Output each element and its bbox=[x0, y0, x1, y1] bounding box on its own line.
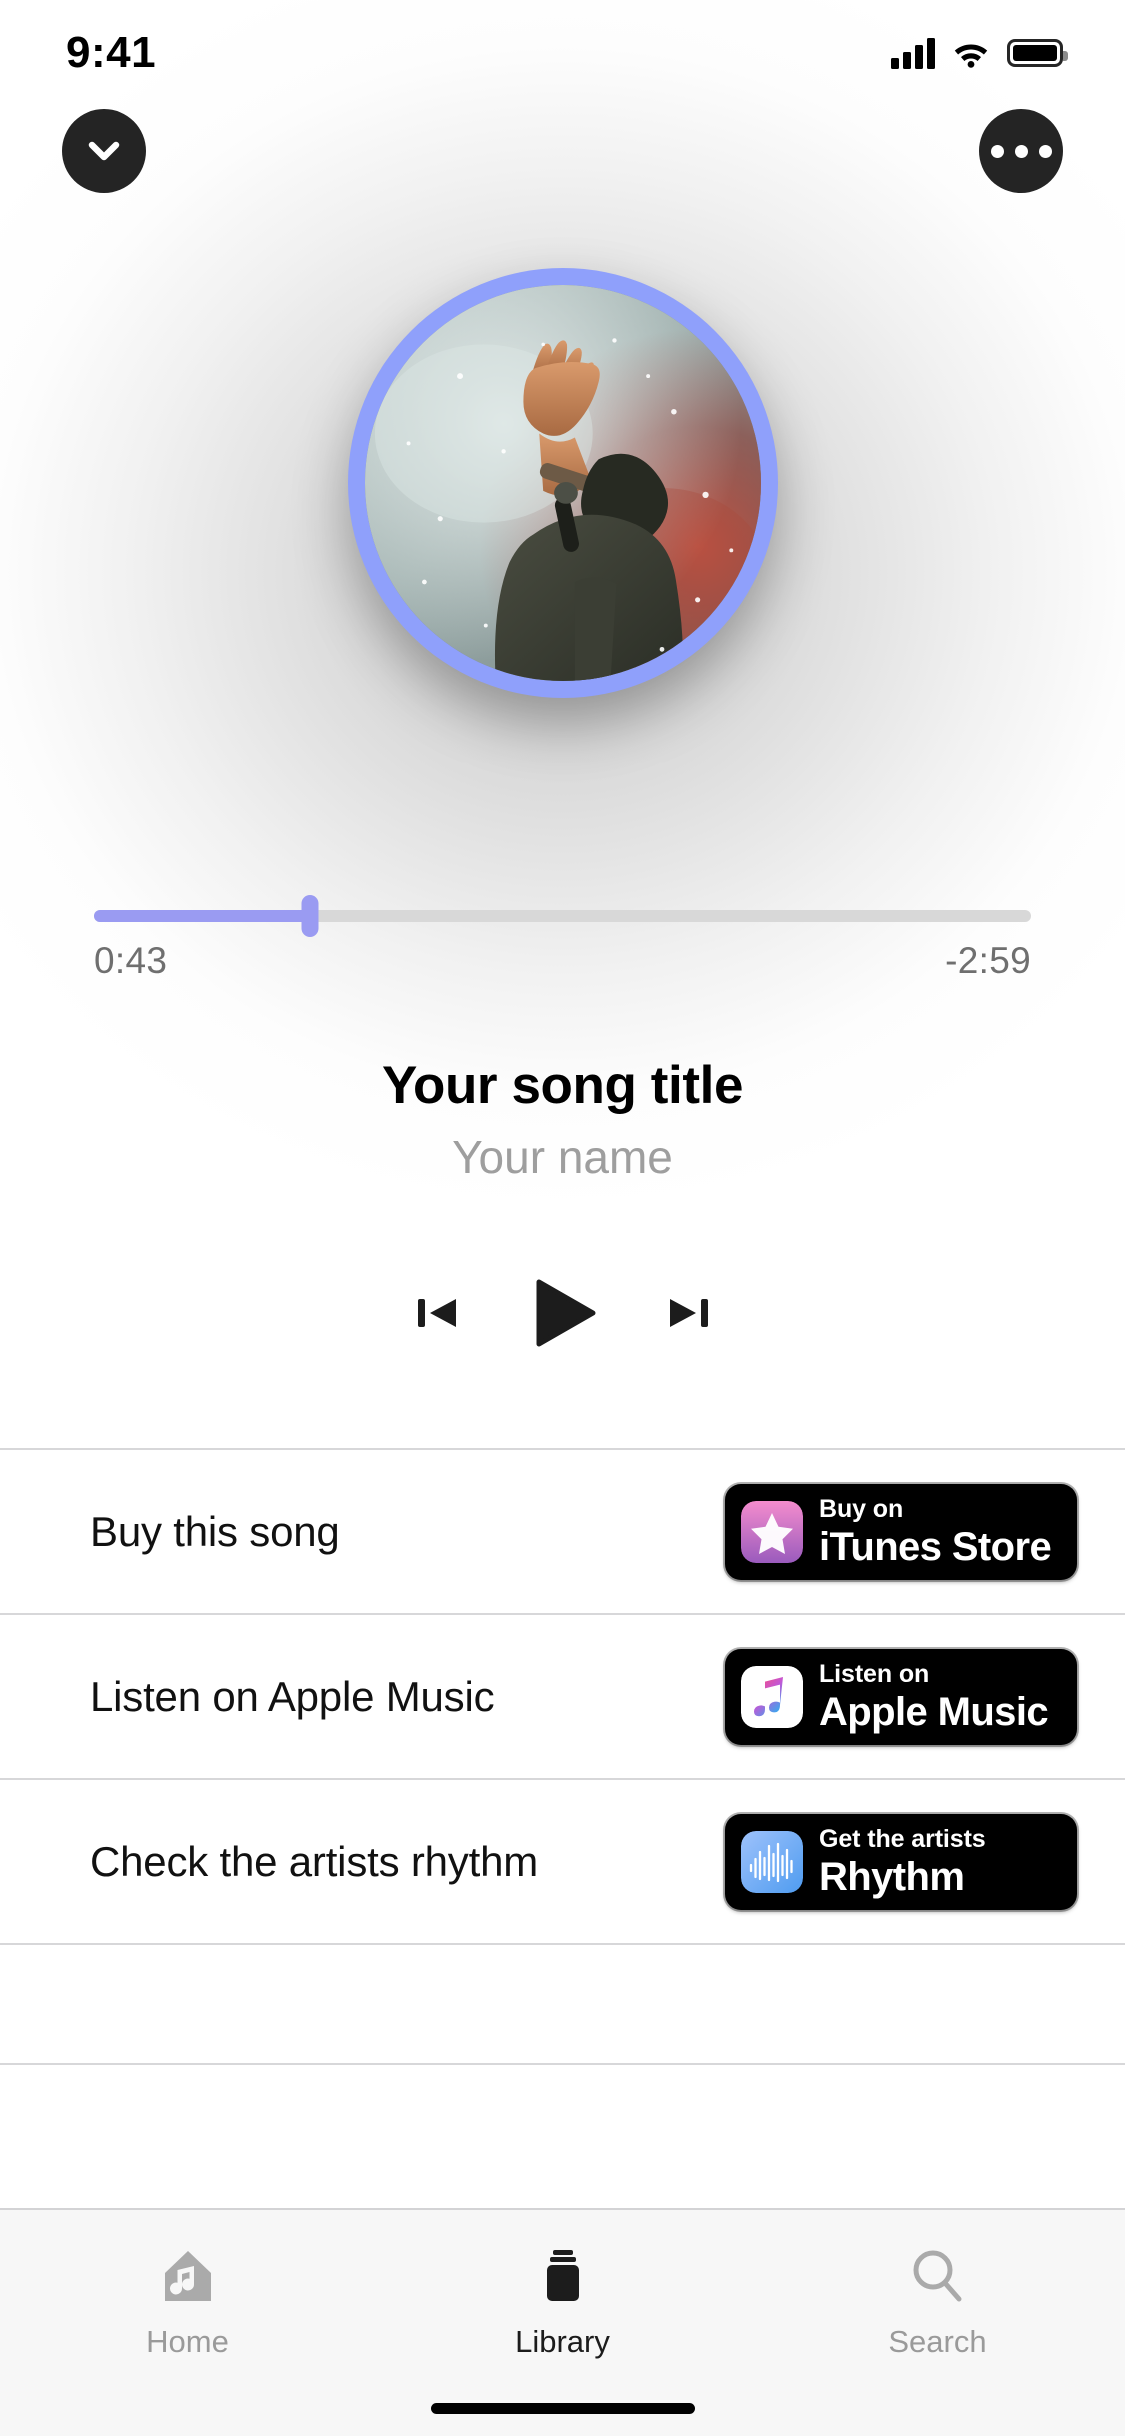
itunes-store-icon bbox=[741, 1500, 803, 1563]
previous-track-icon bbox=[417, 1299, 456, 1327]
next-track-button[interactable] bbox=[663, 1287, 715, 1339]
search-icon bbox=[906, 2240, 970, 2312]
badge-subtitle: Listen on bbox=[819, 1659, 930, 1688]
song-title: Your song title bbox=[381, 1056, 744, 1115]
row-buy-this-song[interactable]: Buy this song Buy on iTunes Store bbox=[0, 1450, 1125, 1615]
link-rows: Buy this song Buy on iTunes Store Listen… bbox=[0, 1448, 1125, 2065]
previous-track-button[interactable] bbox=[411, 1287, 463, 1339]
tab-label: Library bbox=[515, 2324, 610, 2359]
progress-slider[interactable] bbox=[94, 895, 1031, 937]
tab-home[interactable]: Home bbox=[0, 2240, 375, 2360]
row-label: Buy this song bbox=[90, 1507, 340, 1555]
home-music-icon bbox=[156, 2240, 220, 2312]
rhythm-badge[interactable]: Get the artists Rhythm bbox=[725, 1813, 1077, 1910]
progress-knob[interactable] bbox=[301, 895, 318, 937]
play-button[interactable] bbox=[525, 1275, 601, 1351]
transport-controls bbox=[0, 1275, 1125, 1351]
apple-music-icon bbox=[741, 1665, 803, 1728]
artwork-image bbox=[364, 285, 761, 681]
home-indicator[interactable] bbox=[430, 2403, 695, 2414]
row-listen-on-apple-music[interactable]: Listen on Apple Music Listen on Apple Mu… bbox=[0, 1615, 1125, 1780]
tab-library[interactable]: Library bbox=[375, 2240, 750, 2360]
badge-subtitle: Buy on bbox=[819, 1494, 904, 1523]
rows-spacer bbox=[0, 1945, 1125, 2065]
rhythm-waveform-icon bbox=[741, 1830, 803, 1893]
badge-title: iTunes Store bbox=[819, 1524, 1052, 1569]
album-artwork[interactable] bbox=[347, 268, 778, 698]
next-track-icon bbox=[669, 1299, 708, 1327]
song-artist: Your name bbox=[452, 1131, 673, 1183]
itunes-store-badge[interactable]: Buy on iTunes Store bbox=[725, 1483, 1077, 1580]
row-label: Listen on Apple Music bbox=[90, 1672, 495, 1720]
badge-text: Get the artists Rhythm bbox=[819, 1824, 986, 1899]
more-options-button[interactable] bbox=[979, 109, 1063, 193]
wifi-icon bbox=[954, 44, 988, 68]
more-options-icon bbox=[990, 144, 1052, 158]
chevron-down-icon bbox=[88, 141, 120, 161]
tab-label: Home bbox=[146, 2324, 229, 2359]
cellular-signal-icon bbox=[891, 37, 935, 69]
now-playing-panel: 0:43 -2:59 Your song title Your name bbox=[0, 0, 1125, 1395]
time-labels: 0:43 -2:59 bbox=[94, 940, 1031, 982]
remaining-time: -2:59 bbox=[945, 940, 1031, 981]
status-time: 9:41 bbox=[66, 28, 157, 77]
progress-section: 0:43 -2:59 bbox=[0, 895, 1125, 982]
badge-title: Apple Music bbox=[819, 1689, 1049, 1734]
status-indicators bbox=[891, 37, 1068, 69]
player-header bbox=[0, 96, 1125, 206]
tab-search[interactable]: Search bbox=[750, 2240, 1125, 2360]
badge-title: Rhythm bbox=[819, 1854, 965, 1899]
status-bar: 9:41 bbox=[0, 0, 1125, 96]
progress-fill bbox=[94, 910, 310, 922]
row-check-artists-rhythm[interactable]: Check the artists rhythm Get the artists… bbox=[0, 1780, 1125, 1945]
library-icon bbox=[531, 2240, 595, 2312]
badge-subtitle: Get the artists bbox=[819, 1824, 986, 1853]
badge-text: Listen on Apple Music bbox=[819, 1659, 1049, 1734]
row-label: Check the artists rhythm bbox=[90, 1837, 539, 1885]
apple-music-badge[interactable]: Listen on Apple Music bbox=[725, 1648, 1077, 1745]
badge-text: Buy on iTunes Store bbox=[819, 1494, 1052, 1569]
play-icon bbox=[536, 1279, 595, 1347]
tab-bar: Home Library Search bbox=[0, 2208, 1125, 2436]
tab-label: Search bbox=[888, 2324, 987, 2359]
collapse-player-button[interactable] bbox=[62, 109, 146, 193]
battery-icon bbox=[1007, 39, 1068, 67]
elapsed-time: 0:43 bbox=[94, 940, 168, 981]
